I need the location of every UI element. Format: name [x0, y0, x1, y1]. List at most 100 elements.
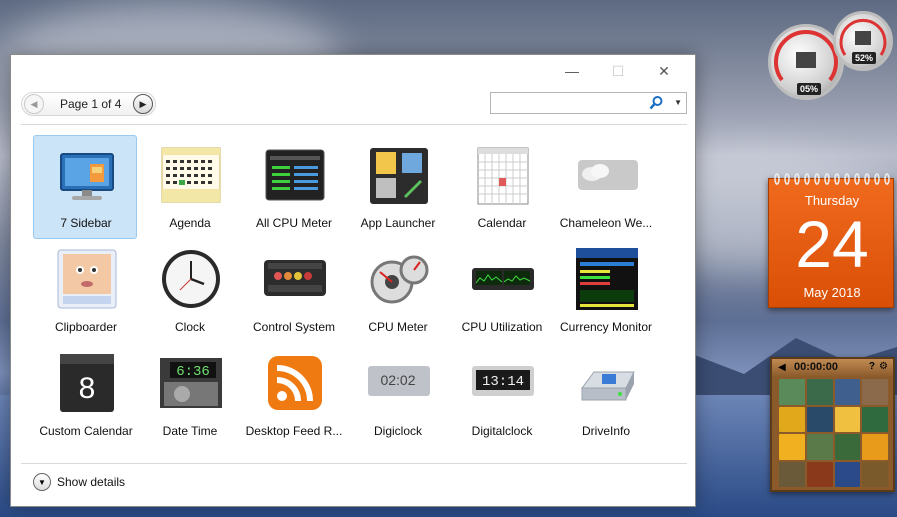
gadget-label: Agenda [169, 216, 211, 230]
puzzle-tile[interactable] [862, 434, 888, 460]
puzzle-tile[interactable] [862, 461, 888, 487]
gadget-tile[interactable]: Calendar [449, 135, 553, 239]
agenda-calendar-icon [161, 147, 221, 203]
search-dropdown-icon[interactable]: ▼ [674, 98, 682, 107]
rss-feed-icon [268, 356, 322, 410]
gauge-readout: 05% [797, 83, 822, 95]
baby-photo-icon [57, 249, 117, 309]
puzzle-tile[interactable] [862, 379, 888, 405]
chevron-left-icon[interactable]: ◀ [778, 362, 786, 373]
gadget-tile[interactable]: App Launcher [345, 135, 449, 239]
svg-text:13:14: 13:14 [482, 374, 524, 390]
monitor-icon [60, 153, 114, 200]
control-system-icon [264, 260, 326, 296]
gadget-tile[interactable]: 7 Sidebar [33, 135, 137, 239]
digiclock-icon: 02:02 [368, 366, 430, 396]
title-bar[interactable]: — ☐ ✕ [11, 55, 695, 87]
page-indicator: Page 1 of 4 [60, 97, 122, 111]
gadget-tile[interactable]: Clock [137, 239, 241, 343]
next-page-button[interactable]: ▶ [133, 94, 153, 114]
shuffle-icon[interactable]: ⚙ [879, 361, 888, 372]
close-button[interactable]: ✕ [641, 55, 687, 87]
cpu-usage-meter-icon [265, 149, 325, 201]
calendar-weekday: Thursday [804, 193, 860, 208]
chevron-right-icon: ▶ [139, 98, 147, 109]
spiral-binding-icon [774, 173, 890, 185]
search-icon[interactable] [648, 95, 664, 111]
gadget-label: Digitalclock [471, 424, 533, 438]
gadget-label: Desktop Feed R... [245, 424, 343, 438]
hard-drive-icon [581, 371, 635, 401]
close-icon: ✕ [658, 62, 670, 79]
puzzle-tile[interactable] [862, 406, 888, 432]
svg-text:02:02: 02:02 [380, 372, 415, 388]
currency-monitor-icon [576, 248, 638, 310]
calendar-grid-icon [477, 147, 529, 205]
puzzle-tile[interactable] [834, 379, 861, 405]
chevron-down-icon[interactable]: ▼ [33, 473, 51, 491]
gadget-tile[interactable]: Clipboarder [33, 239, 137, 343]
gadget-label: Currency Monitor [559, 320, 653, 334]
gadget-label: Digiclock [373, 424, 422, 438]
gadget-tile[interactable]: 13:14 Digitalclock [449, 343, 553, 447]
show-details-label[interactable]: Show details [57, 475, 125, 489]
custom-calendar-icon: 8 [60, 354, 114, 412]
gauge-meter-icon [370, 255, 429, 304]
digitalclock-icon: 13:14 [472, 366, 534, 396]
puzzle-board[interactable] [779, 379, 888, 487]
gadget-tile[interactable]: Agenda [137, 135, 241, 239]
maximize-button[interactable]: ☐ [595, 55, 641, 87]
digital-clock-photo-icon: 6:36 [160, 358, 222, 408]
gadget-tile[interactable]: Desktop Feed R... [241, 343, 345, 447]
help-icon[interactable]: ? [869, 361, 875, 372]
memory-meter-gadget[interactable]: 52% [833, 11, 893, 71]
gadget-label: CPU Meter [368, 320, 428, 334]
minimize-button[interactable]: — [549, 55, 595, 87]
puzzle-tile[interactable] [779, 434, 805, 460]
gadget-label: Custom Calendar [39, 424, 133, 438]
puzzle-tile[interactable] [834, 434, 861, 460]
gadget-tile[interactable]: 02:02 Digiclock [345, 343, 449, 447]
gadget-label: DriveInfo [581, 424, 631, 438]
puzzle-gadget[interactable]: ◀ 00:00:00 ? ⚙ [770, 357, 895, 492]
page-navigator: ◀ Page 1 of 4 ▶ [21, 92, 156, 116]
app-launcher-icon [370, 148, 428, 204]
puzzle-tile[interactable] [806, 406, 833, 432]
puzzle-tile[interactable] [806, 461, 833, 487]
puzzle-timer: 00:00:00 [794, 361, 839, 373]
gadget-gallery-window: — ☐ ✕ ◀ Page 1 of 4 ▶ ▼ 7 Sidebar Agenda… [10, 54, 696, 507]
svg-text:8: 8 [79, 372, 96, 405]
gadget-tile[interactable]: 8 Custom Calendar [33, 343, 137, 447]
calendar-day-number: 24 [795, 207, 869, 281]
puzzle-tile[interactable] [806, 434, 833, 460]
search-input[interactable] [493, 94, 643, 112]
search-box[interactable]: ▼ [490, 92, 687, 114]
analog-clock-icon [162, 250, 220, 308]
gadget-label: CPU Utilization [461, 320, 543, 334]
gadget-tile[interactable]: DriveInfo [553, 343, 657, 447]
puzzle-tile[interactable] [834, 406, 861, 432]
previous-page-button[interactable]: ◀ [24, 94, 44, 114]
puzzle-tile[interactable] [779, 406, 805, 432]
puzzle-tile[interactable] [806, 379, 833, 405]
calendar-gadget[interactable]: Thursday 24 May 2018 [768, 173, 894, 308]
gadget-label: App Launcher [360, 216, 436, 230]
gadget-label: Calendar [477, 216, 527, 230]
gadget-label: 7 Sidebar [60, 216, 112, 230]
gadget-tile[interactable]: Chameleon We... [553, 135, 657, 239]
gadget-tile[interactable]: Currency Monitor [553, 239, 657, 343]
puzzle-tile[interactable] [779, 379, 805, 405]
minimize-icon: — [565, 63, 579, 79]
svg-text:6:36: 6:36 [176, 364, 210, 380]
gadget-tile[interactable]: 6:36 Date Time [137, 343, 241, 447]
puzzle-tile[interactable] [834, 461, 861, 487]
puzzle-tile[interactable] [779, 461, 805, 487]
divider [21, 124, 687, 125]
gadget-tile[interactable]: CPU Utilization [449, 239, 553, 343]
gadget-tile[interactable]: Control System [241, 239, 345, 343]
chevron-left-icon: ◀ [30, 98, 38, 109]
gadget-tile[interactable]: CPU Meter [345, 239, 449, 343]
gadget-tile[interactable]: All CPU Meter [241, 135, 345, 239]
gadget-label: Clock [174, 320, 205, 334]
gadget-label: Control System [252, 320, 336, 334]
